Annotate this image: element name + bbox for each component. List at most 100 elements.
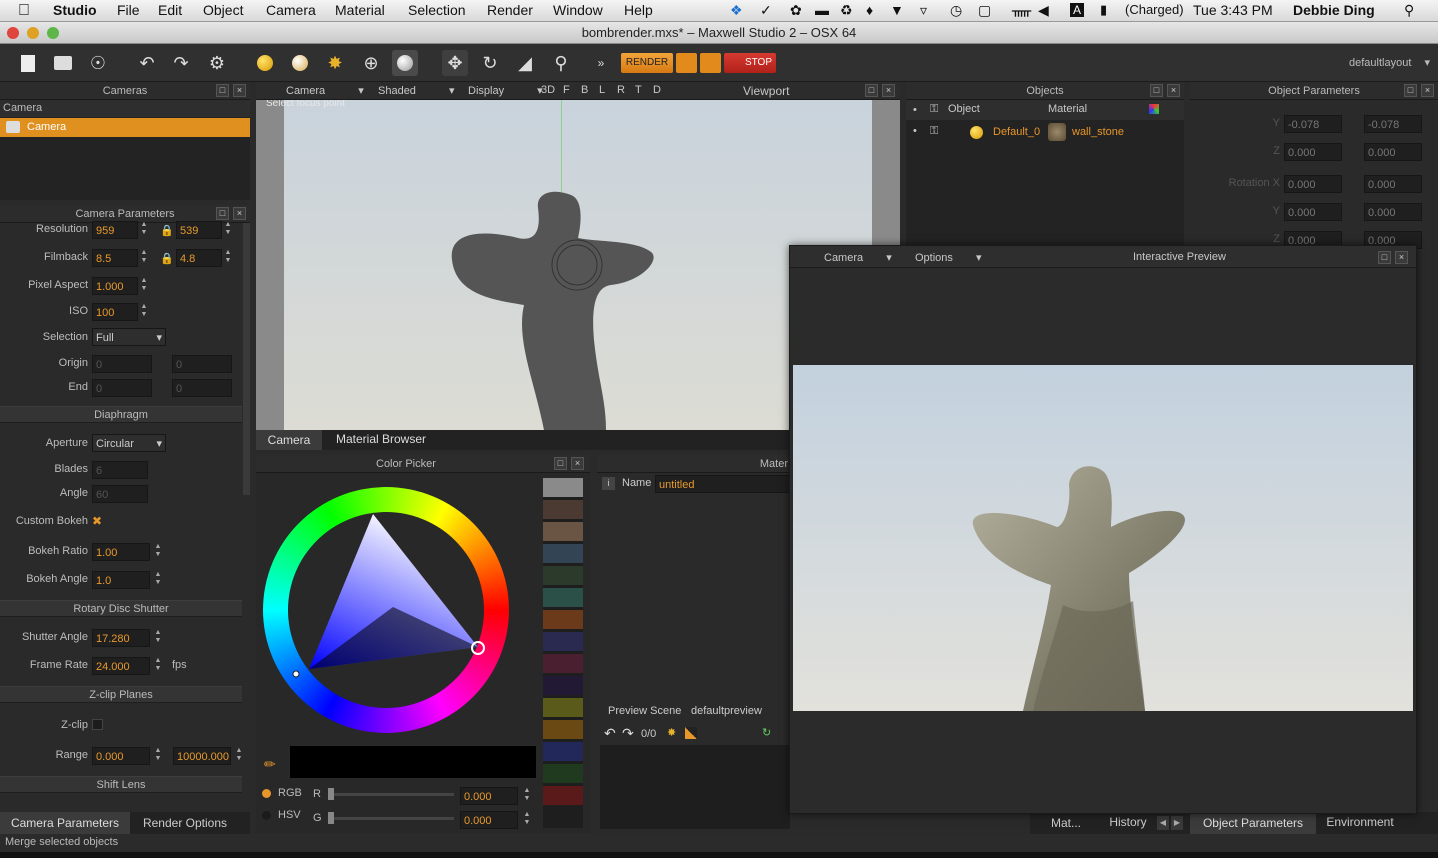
color-swatch[interactable] (543, 500, 583, 519)
menu-help[interactable]: Help (624, 2, 653, 18)
color-swatch[interactable] (543, 654, 583, 673)
tab-camera[interactable]: Camera (256, 430, 322, 450)
position-z2-input[interactable]: 0.000 (1364, 143, 1422, 161)
layout-select[interactable]: defaultlayout ▾ (1344, 54, 1434, 72)
close-icon[interactable]: × (571, 457, 584, 470)
undock-icon[interactable]: □ (865, 84, 878, 97)
stepper-icon[interactable]: ▲ ▼ (223, 221, 233, 239)
color-swatch[interactable] (543, 786, 583, 805)
view-button-front[interactable]: F (563, 84, 570, 96)
view-button-back[interactable]: B (581, 84, 588, 96)
chevron-left-icon[interactable]: ◀ (1157, 816, 1169, 830)
object-row[interactable]: • ⚿ Default_0 wall_stone (906, 122, 1184, 142)
close-icon[interactable]: × (1395, 251, 1408, 264)
range-max-input[interactable]: 10000.000 (173, 747, 231, 765)
close-window-button[interactable] (7, 27, 19, 39)
frame-render-icon[interactable] (700, 53, 721, 73)
emitter-icon[interactable]: ✸ (322, 50, 348, 76)
resolution-height-input[interactable]: 539 (176, 221, 222, 239)
bluetooth-icon[interactable]: ᚅ (1012, 2, 1031, 19)
refresh-icon[interactable]: ↻ (762, 726, 771, 739)
rotation-x2-input[interactable]: 0.000 (1364, 175, 1422, 193)
viewport-display-menu[interactable]: Display ▾ (468, 84, 543, 97)
render-preview-image[interactable] (793, 365, 1413, 711)
origin-y-input[interactable]: 0 (172, 355, 232, 373)
preview-camera-menu[interactable]: Camera ▾ (824, 251, 892, 264)
rgb-radio[interactable] (262, 789, 271, 798)
frame-rate-input[interactable]: 24.000 (92, 657, 150, 675)
pixel-aspect-input[interactable]: 1.000 (92, 277, 138, 295)
stepper-icon[interactable]: ▲ ▼ (522, 811, 532, 829)
blades-input[interactable]: 6 (92, 461, 148, 479)
volume-icon[interactable]: ◀ (1038, 2, 1049, 19)
color-swatch[interactable] (543, 676, 583, 695)
filmback-width-input[interactable]: 8.5 (92, 249, 138, 267)
menu-app[interactable]: Studio (53, 2, 97, 18)
battery-icon[interactable]: ▮ (1100, 2, 1107, 18)
object-material[interactable]: wall_stone (1072, 126, 1124, 138)
wifi-icon[interactable]: ▿ (920, 2, 927, 19)
bokeh-angle-input[interactable]: 1.0 (92, 571, 150, 589)
sphere-object-icon[interactable] (252, 50, 278, 76)
tab-camera-parameters[interactable]: Camera Parameters (0, 812, 130, 834)
undock-icon[interactable]: □ (1404, 84, 1417, 97)
timemachine-icon[interactable]: ◷ (950, 2, 962, 19)
close-icon[interactable]: × (233, 207, 246, 220)
menu-file[interactable]: File (117, 2, 140, 18)
menu-object[interactable]: Object (203, 2, 243, 18)
bird-icon[interactable]: ✓ (760, 2, 772, 19)
stepper-icon[interactable]: ▲ ▼ (522, 787, 532, 805)
custom-bokeh-checkbox[interactable]: ✖ (92, 514, 102, 528)
view-button-down[interactable]: D (653, 84, 661, 96)
material-name-input[interactable]: untitled (655, 475, 790, 493)
color-swatch[interactable] (543, 764, 583, 783)
lock-icon[interactable]: ⚿ (930, 103, 938, 116)
shutter-angle-input[interactable]: 17.280 (92, 629, 150, 647)
lock-icon[interactable]: ⚿ (930, 125, 938, 138)
menu-render[interactable]: Render (487, 2, 533, 18)
display-icon[interactable]: ▢ (978, 2, 991, 19)
stepper-icon[interactable]: ▲ ▼ (139, 249, 149, 267)
render-button[interactable]: RENDER (621, 53, 673, 73)
redo-icon[interactable]: ↷ (622, 725, 634, 742)
menu-selection[interactable]: Selection (408, 2, 466, 18)
diaphragm-section[interactable]: Diaphragm (0, 406, 242, 423)
camera-list-item[interactable]: Camera (0, 118, 250, 137)
view-button-right[interactable]: R (617, 84, 625, 96)
menu-edit[interactable]: Edit (158, 2, 182, 18)
lock-icon[interactable]: 🔒 (160, 224, 174, 237)
sync-icon[interactable]: ♻ (840, 2, 853, 19)
undock-icon[interactable]: □ (1150, 84, 1163, 97)
stepper-icon[interactable]: ▲ ▼ (139, 303, 149, 321)
undock-icon[interactable]: □ (216, 207, 229, 220)
zclip-section[interactable]: Z-clip Planes (0, 686, 242, 703)
view-button-left[interactable]: L (599, 84, 605, 96)
spotlight-icon[interactable]: ⚲ (1404, 2, 1414, 19)
preview-options-menu[interactable]: Options ▾ (915, 251, 982, 264)
stepper-icon[interactable]: ▲ ▼ (139, 277, 149, 295)
position-z-input[interactable]: 0.000 (1284, 143, 1342, 161)
checker-icon[interactable] (685, 727, 697, 739)
new-file-icon[interactable] (15, 50, 41, 76)
material-layers-list[interactable] (600, 745, 790, 829)
r-slider[interactable] (328, 788, 454, 800)
stepper-icon[interactable]: ▲ ▼ (153, 747, 163, 765)
color-swatch[interactable] (543, 742, 583, 761)
tab-environment[interactable]: Environment (1320, 812, 1400, 834)
material-icon[interactable] (287, 50, 313, 76)
r-slider-handle[interactable] (328, 788, 334, 800)
settings-gear-icon[interactable]: ⚙ (204, 50, 230, 76)
color-swatch[interactable] (543, 566, 583, 585)
position-y2-input[interactable]: -0.078 (1364, 115, 1422, 133)
emitter-icon[interactable]: ✸ (667, 726, 676, 739)
eyedropper-icon[interactable]: ✏ (264, 756, 282, 774)
end-x-input[interactable]: 0 (92, 379, 152, 397)
stepper-icon[interactable]: ▲ ▼ (223, 249, 233, 267)
undock-icon[interactable]: □ (216, 84, 229, 97)
info-icon[interactable]: i (602, 477, 615, 490)
tab-render-options[interactable]: Render Options (132, 812, 238, 834)
color-triangle[interactable] (263, 487, 509, 733)
lock-icon[interactable]: 🔒 (160, 252, 174, 265)
dropbox-icon[interactable]: ❖ (730, 2, 743, 19)
scrollbar[interactable] (243, 223, 250, 495)
